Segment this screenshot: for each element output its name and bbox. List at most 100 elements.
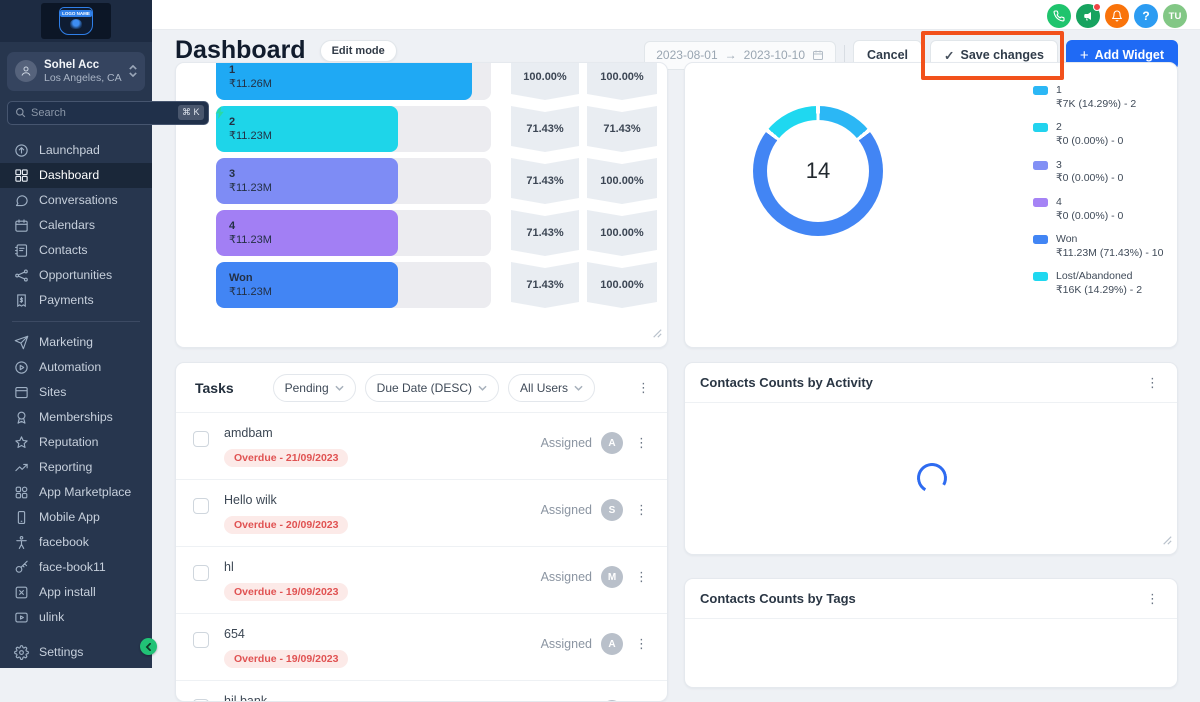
account-avatar-icon (15, 60, 37, 83)
resize-handle[interactable] (652, 325, 662, 343)
sidebar-item-sites[interactable]: Sites (0, 380, 152, 405)
sidebar-item-ulink[interactable]: ulink (0, 605, 152, 630)
funnel-row: 3 ₹11.23M 71.43% 100.00% (216, 158, 657, 204)
phone-icon[interactable] (1047, 4, 1071, 28)
logo[interactable]: LOGO NAME (41, 3, 111, 39)
task-users-filter[interactable]: All Users (508, 373, 596, 402)
calendar-icon (813, 50, 824, 60)
funnel-bar[interactable]: Won ₹11.23M (216, 262, 399, 308)
assignee-avatar[interactable]: M (601, 566, 623, 588)
sidebar-item-app-install[interactable]: App install (0, 580, 152, 605)
chevron-down-icon (478, 385, 487, 391)
sidebar-item-dashboard[interactable]: Dashboard (0, 162, 152, 188)
legend-item[interactable]: Lost/Abandoned ₹16K (14.29%) - 2 (1033, 269, 1163, 296)
user-avatar[interactable]: TU (1163, 4, 1187, 28)
cumulative-pct: 100.00% (587, 158, 657, 204)
conversion-pct: 71.43% (511, 210, 579, 256)
logo-text: LOGO NAME (60, 10, 92, 17)
legend-item[interactable]: 4 ₹0 (0.00%) - 0 (1033, 195, 1163, 222)
search-bar[interactable]: ⌘ K (7, 100, 209, 125)
funnel-bar-track: 1 ₹11.26M (216, 63, 491, 100)
kebab-menu-icon[interactable]: ⋮ (632, 435, 651, 451)
search-shortcut: ⌘ K (178, 105, 204, 121)
funnel-row: 4 ₹11.23M 71.43% 100.00% (216, 210, 657, 256)
task-status-filter[interactable]: Pending (272, 373, 356, 402)
legend-item[interactable]: 2 ₹0 (0.00%) - 0 (1033, 120, 1163, 147)
sidebar-item-reporting[interactable]: Reporting (0, 455, 152, 480)
kebab-menu-icon[interactable]: ⋮ (632, 502, 651, 518)
sidebar-item-mobile-app[interactable]: Mobile App (0, 505, 152, 530)
help-icon[interactable]: ? (1134, 4, 1158, 28)
contacts-activity-widget: Contacts Counts by Activity ⋮ (684, 362, 1178, 555)
kebab-menu-icon[interactable]: ⋮ (632, 569, 651, 585)
nav-divider (12, 320, 140, 322)
sidebar-item-conversations[interactable]: Conversations (0, 188, 152, 213)
funnel-bar[interactable]: 4 ₹11.23M (216, 210, 399, 256)
legend-item[interactable]: 1 ₹7K (14.29%) - 2 (1033, 83, 1163, 110)
account-switcher[interactable]: Sohel Acc Los Angeles, CA (7, 52, 145, 91)
sidebar-item-app-marketplace[interactable]: App Marketplace (0, 480, 152, 505)
payments-icon (14, 293, 29, 308)
legend-chip (1033, 160, 1048, 170)
conversion-pct: 71.43% (511, 158, 579, 204)
sidebar-item-marketing[interactable]: Marketing (0, 330, 152, 355)
task-name[interactable]: 654 (224, 627, 348, 641)
task-name[interactable]: Hello wilk (224, 493, 348, 507)
task-sort-filter[interactable]: Due Date (DESC) (364, 373, 500, 402)
donut-chart[interactable]: 14 (753, 106, 883, 236)
sidebar-item-payments[interactable]: Payments (0, 288, 152, 313)
page-title: Dashboard (175, 36, 306, 64)
check-icon: ✓ (944, 48, 955, 63)
sidebar-item-opportunities[interactable]: Opportunities (0, 263, 152, 288)
kebab-menu-icon[interactable]: ⋮ (634, 380, 653, 396)
assignee-avatar[interactable]: S (601, 499, 623, 521)
opportunities-icon (14, 268, 29, 283)
sidebar-item-face-book11[interactable]: face-book11 (0, 555, 152, 580)
kebab-menu-icon[interactable]: ⋮ (632, 636, 651, 652)
task-checkbox[interactable] (193, 632, 209, 648)
cumulative-pct: 71.43% (587, 106, 657, 152)
funnel-bar[interactable]: 2 ₹11.23M (216, 106, 399, 152)
task-checkbox[interactable] (193, 565, 209, 581)
funnel-bar[interactable]: 1 ₹11.26M (216, 63, 472, 100)
sidebar-item-calendars[interactable]: Calendars (0, 213, 152, 238)
search-input[interactable] (31, 106, 173, 119)
resize-handle[interactable] (1162, 532, 1172, 550)
sidebar-item-memberships[interactable]: Memberships (0, 405, 152, 430)
legend-item[interactable]: 3 ₹0 (0.00%) - 0 (1033, 158, 1163, 185)
task-checkbox[interactable] (193, 431, 209, 447)
date-start: 2023-08-01 (656, 48, 718, 62)
bell-icon[interactable] (1105, 4, 1129, 28)
automation-icon (14, 360, 29, 375)
sidebar-item-automation[interactable]: Automation (0, 355, 152, 380)
sidebar-collapse-button[interactable] (140, 638, 157, 655)
task-name[interactable]: amdbam (224, 426, 348, 440)
assignee-avatar[interactable]: A (601, 633, 623, 655)
task-checkbox[interactable] (193, 498, 209, 514)
sidebar-item-reputation[interactable]: Reputation (0, 430, 152, 455)
sidebar-item-facebook[interactable]: facebook (0, 530, 152, 555)
overdue-badge: Overdue - 20/09/2023 (224, 516, 349, 534)
kebab-menu-icon[interactable]: ⋮ (1143, 375, 1162, 391)
account-name: Sohel Acc (44, 59, 100, 71)
notification-dot (1093, 3, 1101, 11)
task-name[interactable]: hl (224, 560, 348, 574)
sidebar-item-contacts[interactable]: Contacts (0, 238, 152, 263)
legend-item[interactable]: Won ₹11.23M (71.43%) - 10 (1033, 232, 1163, 259)
kebab-menu-icon[interactable]: ⋮ (1143, 591, 1162, 607)
task-row: Hello wilk Overdue - 20/09/2023 Assigned… (176, 480, 667, 547)
quick-actions-bolt-icon[interactable] (215, 106, 226, 120)
assignee-avatar[interactable]: A (601, 432, 623, 454)
funnel-bar[interactable]: 3 ₹11.23M (216, 158, 399, 204)
dashboard-icon (14, 168, 29, 183)
task-name[interactable]: hil bank (224, 694, 348, 701)
sidebar-item-settings[interactable]: Settings (0, 640, 152, 665)
sidebar-nav: Launchpad Dashboard Conversations Calend… (0, 138, 152, 665)
megaphone-icon[interactable] (1076, 3, 1101, 28)
calendar-icon (14, 218, 29, 233)
account-expand-icon (129, 65, 137, 78)
star-icon (14, 435, 29, 450)
accessibility-icon (14, 535, 29, 550)
sidebar-item-launchpad[interactable]: Launchpad (0, 138, 152, 163)
key-icon (14, 560, 29, 575)
